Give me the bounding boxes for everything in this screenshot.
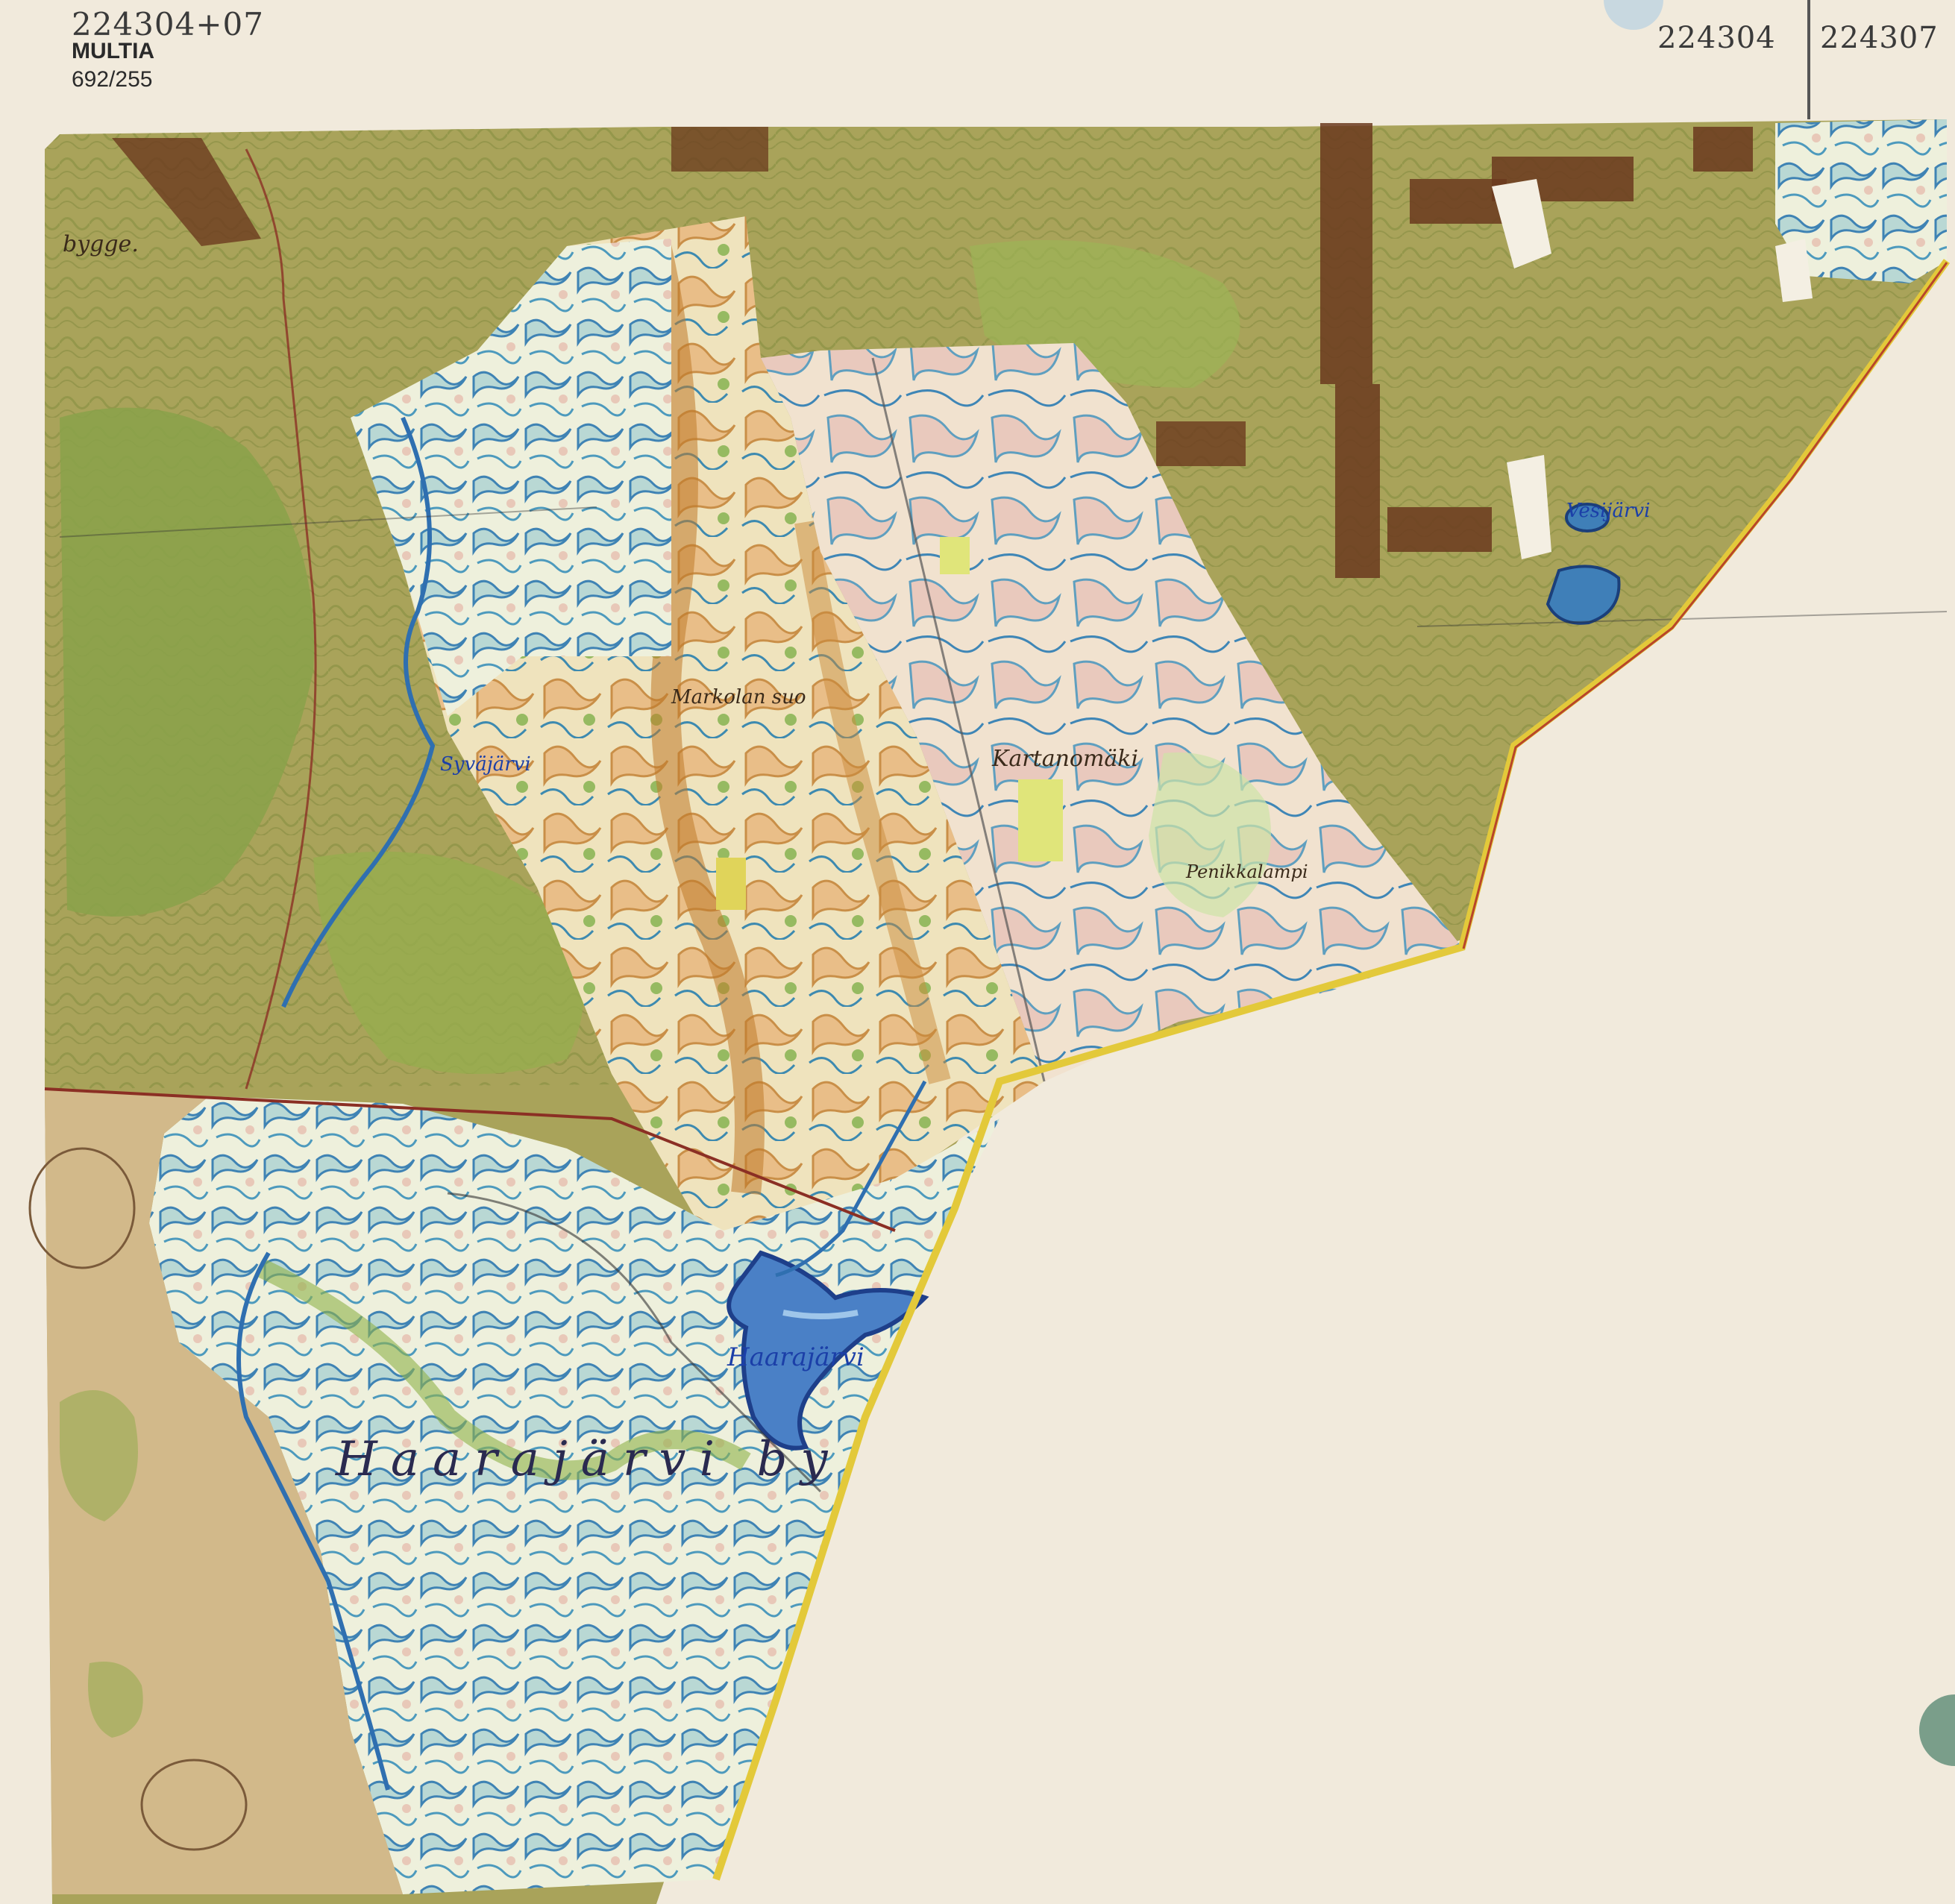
cultivated-field — [940, 537, 970, 574]
small-lake — [1565, 503, 1610, 532]
cultivated-field — [716, 858, 746, 910]
sheet-combined-number: 224304+07 — [72, 6, 264, 43]
sheet-number: 692/255 — [72, 67, 153, 92]
sheet-right-number: 224307 — [1820, 21, 1939, 55]
tape-strip — [1320, 123, 1372, 384]
tape-strip — [1335, 384, 1380, 578]
cultivated-field — [1018, 779, 1063, 861]
tape-strip — [671, 127, 768, 172]
tape-strip — [1156, 421, 1246, 466]
tape-strip — [1387, 507, 1492, 552]
tape-strip — [1693, 127, 1753, 172]
map-sheet — [0, 0, 1955, 1904]
sheet-left-number: 224304 — [1657, 21, 1776, 55]
parish-name: MULTIA — [72, 39, 155, 63]
